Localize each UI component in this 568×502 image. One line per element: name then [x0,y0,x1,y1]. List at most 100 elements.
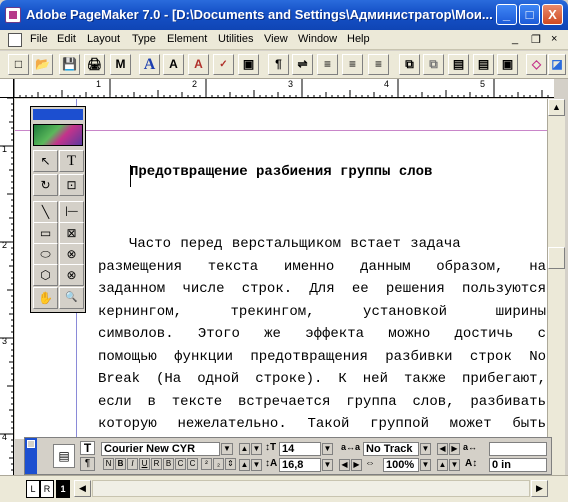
character-view-button[interactable]: T [80,441,95,455]
place-icon[interactable]: ⧉ [399,54,420,75]
style-strikethrough-button[interactable]: B [163,458,174,470]
leading-nudge-down-icon[interactable]: ▼ [251,459,262,471]
menu-file[interactable]: File [30,33,48,45]
scroll-right-icon[interactable]: ▶ [531,480,548,497]
font-name-field[interactable]: Courier New CYR [101,442,220,456]
pagemaker-app-icon[interactable] [5,7,21,23]
baseline-nudge-up-icon[interactable]: ▲ [437,459,448,471]
doc-minimize-button[interactable]: _ [512,33,518,45]
ellipse-frame-tool-icon[interactable]: ⊗ [59,243,84,265]
fill-stroke-icon[interactable]: ▣ [238,54,259,75]
kerning-field[interactable] [489,442,547,456]
kern-nudge-left-icon[interactable]: ◀ [437,443,448,455]
kern-nudge-right-icon[interactable]: ▶ [449,443,460,455]
menu-view[interactable]: View [264,33,288,45]
style-italic-button[interactable]: I [127,458,138,470]
menu-edit[interactable]: Edit [57,33,76,45]
font-size-field[interactable]: 14 [279,442,321,456]
leading-field[interactable]: 16,8 [279,458,321,472]
superscript-icon[interactable]: ² [201,458,212,470]
line-tool-icon[interactable]: ╲ [33,201,58,223]
master-page-left-icon[interactable]: L [26,480,40,498]
style-normal-button[interactable]: N [103,458,114,470]
size-nudge-up-icon[interactable]: ▲ [239,443,250,455]
menu-window[interactable]: Window [298,33,337,45]
toolbox-palette[interactable]: ↖ T ↻ ⊡ ╲ |— ▭ ⊠ ⬭ ⊗ ⬡ ⊗ ✋ 🔍 [30,106,86,313]
scroll-left-icon[interactable]: ◀ [74,480,91,497]
scale-dropdown-icon[interactable]: ▼ [420,459,431,471]
baseline-shift-field[interactable]: 0 in [489,458,547,472]
menu-utilities[interactable]: Utilities [218,33,253,45]
image-icon[interactable]: ◪ [548,54,566,75]
open-icon[interactable]: 📂 [32,54,53,75]
control-palette[interactable]: ▤ T ¶ Courier New CYR ▼ N B I U R B C C … [24,437,552,475]
horizontal-scale-field[interactable]: 100% [383,458,419,472]
constrained-line-tool-icon[interactable]: |— [59,201,84,223]
print-icon[interactable]: 🖨 [84,54,105,75]
paragraph-icon[interactable]: ¶ [268,54,289,75]
polygon-frame-tool-icon[interactable]: ⊗ [59,264,84,286]
doc-restore-button[interactable]: ❐ [531,33,541,46]
frame-icon[interactable]: ▤ [473,54,494,75]
leading-dropdown-icon[interactable]: ▼ [322,459,333,471]
polygon-tool-icon[interactable]: ⬡ [33,264,58,286]
increase-font-icon[interactable]: A [163,54,184,75]
close-button[interactable]: X [542,4,563,25]
style-bold-button[interactable]: B [115,458,126,470]
document-heading[interactable]: Предотвращение разбиения группы слов [130,164,432,180]
spelling-icon[interactable]: ✓ [213,54,234,75]
menu-help[interactable]: Help [347,33,370,45]
color-palette-icon[interactable]: ◇ [526,54,547,75]
text-tool-icon[interactable]: T [59,150,84,172]
numbering-icon[interactable]: ≡ [342,54,363,75]
rectangle-tool-icon[interactable]: ▭ [33,222,58,244]
bullets-icon[interactable]: ≡ [317,54,338,75]
width-nudge-left-icon[interactable]: ◀ [339,459,350,471]
width-nudge-right-icon[interactable]: ▶ [351,459,362,471]
tracking-dropdown-icon[interactable]: ▼ [420,443,431,455]
vertical-scrollbar[interactable]: ▲ [547,99,565,475]
decrease-font-icon[interactable]: A [188,54,209,75]
ruler-corner[interactable] [0,79,14,98]
doc-close-button[interactable]: × [551,33,557,45]
zoom-tool-icon[interactable]: 🔍 [59,287,84,309]
baseline-nudge-icon[interactable]: ⇕ [225,458,236,470]
size-nudge-down-icon[interactable]: ▼ [251,443,262,455]
minimize-button[interactable]: _ [496,4,517,25]
indents-tabs-icon[interactable]: ⇌ [292,54,313,75]
master-page-right-icon[interactable]: R [40,480,54,498]
leading-nudge-up-icon[interactable]: ▲ [239,459,250,471]
document-icon[interactable] [8,33,22,47]
copy-icon[interactable]: ⧉ [423,54,444,75]
paragraph-view-button[interactable]: ¶ [80,457,95,471]
menu-type[interactable]: Type [132,33,156,45]
ellipse-tool-icon[interactable]: ⬭ [33,243,58,265]
find-icon[interactable]: M [110,54,131,75]
vertical-ruler[interactable]: 1 2 3 4 [0,98,14,475]
subscript-icon[interactable]: ₂ [213,458,224,470]
save-icon[interactable]: 💾 [59,54,80,75]
list-style-icon[interactable]: ≡ [368,54,389,75]
style-smallcaps-button[interactable]: C [187,458,198,470]
new-icon[interactable]: □ [8,54,29,75]
rotate-tool-icon[interactable]: ↻ [33,174,58,196]
scroll-thumb[interactable] [548,247,565,269]
pointer-tool-icon[interactable]: ↖ [33,150,58,172]
baseline-nudge-down-icon[interactable]: ▼ [449,459,460,471]
tracking-field[interactable]: No Track [363,442,419,456]
style-reverse-button[interactable]: R [151,458,162,470]
story-editor-icon[interactable]: ▤ [448,54,469,75]
toolbox-titlebar[interactable] [33,109,83,120]
crop-tool-icon[interactable]: ⊡ [59,174,84,196]
size-dropdown-icon[interactable]: ▼ [322,443,333,455]
style-underline-button[interactable]: U [139,458,150,470]
document-body[interactable]: Часто перед верстальщиком встает задача … [98,233,546,436]
menu-layout[interactable]: Layout [87,33,120,45]
rectangle-frame-tool-icon[interactable]: ⊠ [59,222,84,244]
maximize-button[interactable]: □ [519,4,540,25]
scroll-up-icon[interactable]: ▲ [548,99,565,116]
apply-button-icon[interactable]: ▤ [53,444,75,468]
page-1-icon[interactable]: 1 [56,480,70,498]
style-allcaps-button[interactable]: C [175,458,186,470]
horizontal-ruler[interactable]: 1 2 3 4 5 [14,79,554,98]
